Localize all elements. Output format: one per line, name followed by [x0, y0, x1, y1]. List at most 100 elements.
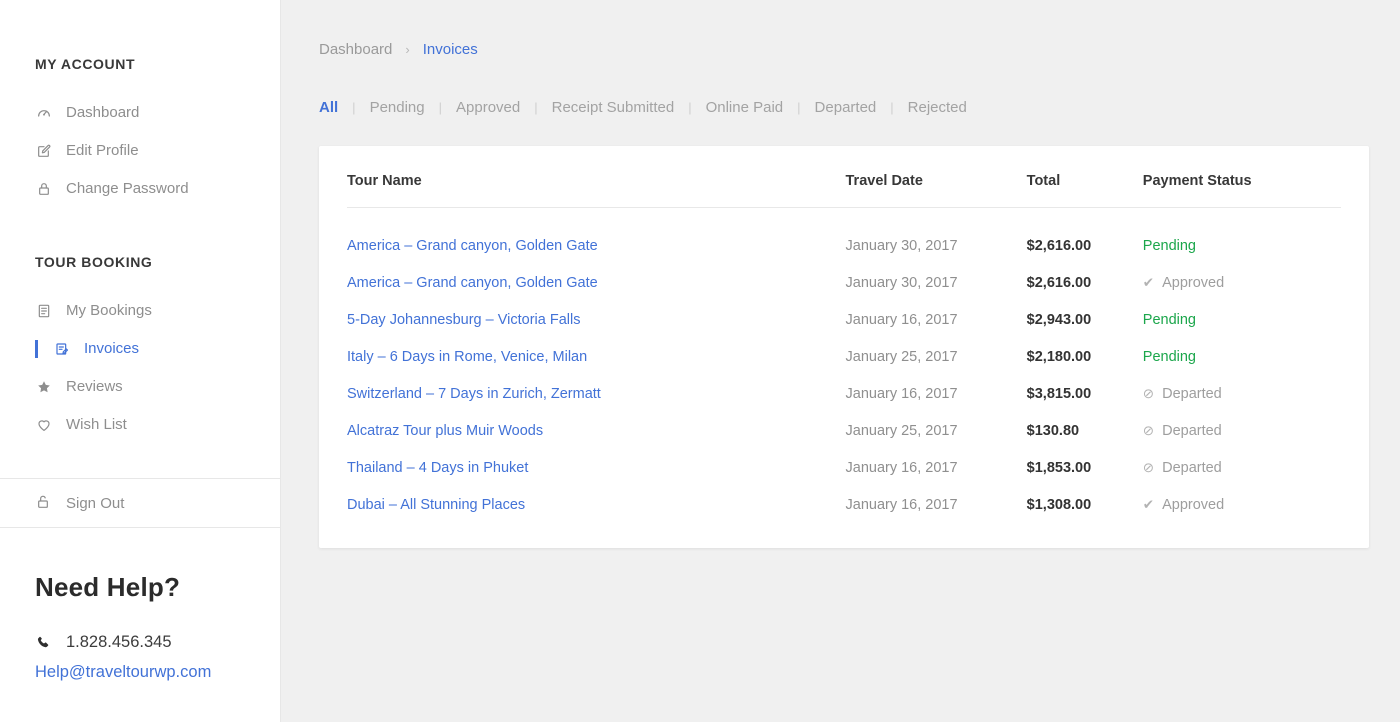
breadcrumb-dashboard[interactable]: Dashboard	[319, 41, 392, 58]
breadcrumb-separator: ›	[405, 42, 409, 57]
sidebar-item-edit-profile[interactable]: Edit Profile	[0, 132, 280, 170]
sidebar-item-label: Wish List	[66, 415, 127, 435]
unlock-icon	[35, 494, 53, 512]
sidebar-item-reviews[interactable]: Reviews	[0, 368, 280, 406]
filter-receipt-submitted[interactable]: Receipt Submitted	[552, 99, 675, 116]
heart-icon	[35, 416, 53, 434]
table-row: Thailand – 4 Days in Phuket January 16, 2…	[347, 450, 1341, 487]
filter-online-paid[interactable]: Online Paid	[706, 99, 784, 116]
payment-status-cell: ⊘ Departed	[1143, 376, 1341, 413]
help-email-link[interactable]: Help@traveltourwp.com	[35, 663, 245, 682]
active-indicator	[35, 340, 38, 358]
help-phone-number: 1.828.456.345	[66, 633, 172, 652]
status-departed-label: Departed	[1162, 460, 1222, 476]
travel-date-cell: January 25, 2017	[846, 413, 1027, 450]
status-pending-label: Pending	[1143, 349, 1196, 365]
sidebar-item-dashboard[interactable]: Dashboard	[0, 94, 280, 132]
travel-date-cell: January 16, 2017	[846, 376, 1027, 413]
filter-all[interactable]: All	[319, 99, 338, 116]
status-approved-label: Approved	[1162, 275, 1224, 291]
sidebar: MY ACCOUNT Dashboard Edit Profile Change Pa…	[0, 0, 281, 722]
status-filter-tabs: All | Pending | Approved | Receipt Submitted | O…	[319, 99, 1369, 116]
payment-status-cell: Pending	[1143, 339, 1341, 376]
sidebar-item-label: Edit Profile	[66, 141, 139, 161]
help-phone-row: 1.828.456.345	[35, 633, 245, 652]
bookings-icon	[35, 302, 53, 320]
total-cell: $2,943.00	[1027, 302, 1143, 339]
phone-icon	[35, 634, 52, 651]
sidebar-item-sign-out[interactable]: Sign Out	[0, 478, 280, 528]
column-header-total: Total	[1027, 146, 1143, 208]
filter-departed[interactable]: Departed	[815, 99, 877, 116]
sidebar-item-label: Change Password	[66, 179, 189, 199]
dashboard-icon	[35, 104, 53, 122]
ban-icon: ⊘	[1143, 423, 1154, 438]
sidebar-item-invoices[interactable]: Invoices	[0, 330, 280, 368]
payment-status-cell: Pending	[1143, 302, 1341, 339]
check-icon: ✔	[1143, 497, 1154, 512]
payment-status-cell: ⊘ Departed	[1143, 413, 1341, 450]
table-row: America – Grand canyon, Golden Gate Janua…	[347, 265, 1341, 302]
sidebar-heading-my-account: MY ACCOUNT	[0, 56, 280, 72]
tour-name-link[interactable]: Alcatraz Tour plus Muir Woods	[347, 423, 543, 439]
total-cell: $3,815.00	[1027, 376, 1143, 413]
tour-name-link[interactable]: Dubai – All Stunning Places	[347, 497, 525, 513]
payment-status-cell: ⊘ Departed	[1143, 450, 1341, 487]
total-cell: $1,853.00	[1027, 450, 1143, 487]
ban-icon: ⊘	[1143, 460, 1154, 475]
table-row: Dubai – All Stunning Places January 16, 2…	[347, 487, 1341, 524]
total-cell: $130.80	[1027, 413, 1143, 450]
status-approved-label: Approved	[1162, 497, 1224, 513]
total-cell: $2,616.00	[1027, 265, 1143, 302]
travel-date-cell: January 30, 2017	[846, 265, 1027, 302]
ban-icon: ⊘	[1143, 386, 1154, 401]
travel-date-cell: January 16, 2017	[846, 302, 1027, 339]
filter-separator: |	[688, 100, 691, 115]
travel-date-cell: January 25, 2017	[846, 339, 1027, 376]
need-help-heading: Need Help?	[35, 572, 245, 603]
star-icon	[35, 378, 53, 396]
check-icon: ✔	[1143, 275, 1154, 290]
table-row: America – Grand canyon, Golden Gate Janua…	[347, 208, 1341, 265]
filter-pending[interactable]: Pending	[370, 99, 425, 116]
filter-separator: |	[352, 100, 355, 115]
travel-date-cell: January 16, 2017	[846, 450, 1027, 487]
table-row: Italy – 6 Days in Rome, Venice, Milan Jan…	[347, 339, 1341, 376]
breadcrumb-invoices: Invoices	[423, 41, 478, 58]
payment-status-cell: Pending	[1143, 208, 1341, 265]
column-header-tour-name: Tour Name	[347, 146, 846, 208]
total-cell: $2,180.00	[1027, 339, 1143, 376]
status-departed-label: Departed	[1162, 386, 1222, 402]
total-cell: $1,308.00	[1027, 487, 1143, 524]
travel-date-cell: January 16, 2017	[846, 487, 1027, 524]
status-departed-label: Departed	[1162, 423, 1222, 439]
filter-rejected[interactable]: Rejected	[908, 99, 967, 116]
filter-separator: |	[890, 100, 893, 115]
filter-approved[interactable]: Approved	[456, 99, 520, 116]
tour-name-link[interactable]: America – Grand canyon, Golden Gate	[347, 275, 598, 291]
sidebar-item-change-password[interactable]: Change Password	[0, 170, 280, 208]
payment-status-cell: ✔ Approved	[1143, 265, 1341, 302]
sidebar-item-label: Reviews	[66, 377, 123, 397]
total-cell: $2,616.00	[1027, 208, 1143, 265]
tour-name-link[interactable]: America – Grand canyon, Golden Gate	[347, 238, 598, 254]
sidebar-item-wish-list[interactable]: Wish List	[0, 406, 280, 444]
invoices-table: Tour NameTravel DateTotalPayment Status …	[347, 146, 1341, 524]
payment-status-cell: ✔ Approved	[1143, 487, 1341, 524]
filter-separator: |	[534, 100, 537, 115]
status-pending-label: Pending	[1143, 238, 1196, 254]
main-content: Dashboard › Invoices All | Pending | Approve…	[281, 0, 1400, 722]
account-invoices-page: MY ACCOUNT Dashboard Edit Profile Change Pa…	[0, 0, 1400, 722]
filter-separator: |	[797, 100, 800, 115]
sidebar-heading-tour-booking: TOUR BOOKING	[0, 254, 280, 270]
invoice-icon	[53, 340, 71, 358]
tour-name-link[interactable]: Thailand – 4 Days in Phuket	[347, 460, 528, 476]
tour-name-link[interactable]: 5-Day Johannesburg – Victoria Falls	[347, 312, 580, 328]
sidebar-item-my-bookings[interactable]: My Bookings	[0, 292, 280, 330]
column-header-travel-date: Travel Date	[846, 146, 1027, 208]
breadcrumb: Dashboard › Invoices	[319, 0, 1369, 58]
tour-name-link[interactable]: Italy – 6 Days in Rome, Venice, Milan	[347, 349, 587, 365]
tour-name-link[interactable]: Switzerland – 7 Days in Zurich, Zermatt	[347, 386, 601, 402]
travel-date-cell: January 30, 2017	[846, 208, 1027, 265]
sidebar-item-label: My Bookings	[66, 301, 152, 321]
